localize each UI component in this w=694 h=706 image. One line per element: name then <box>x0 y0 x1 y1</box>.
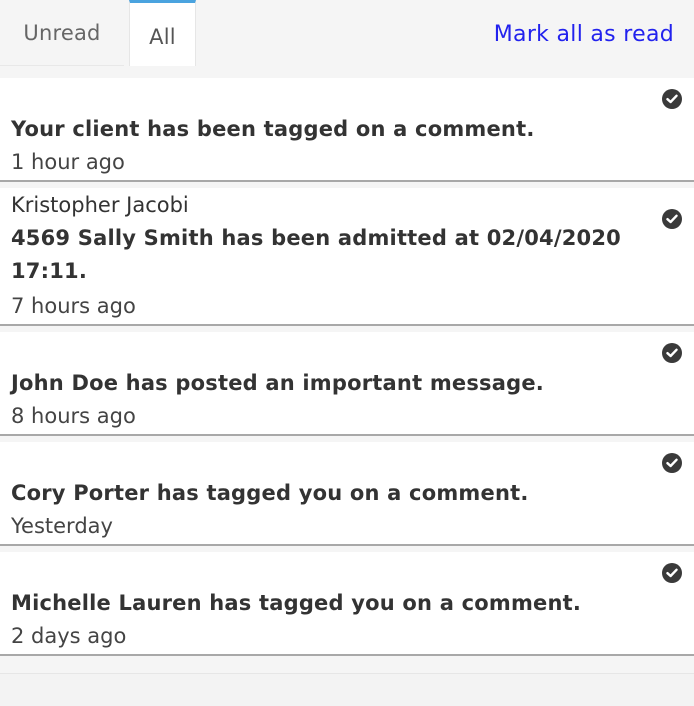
notification-sender: Kristopher Jacobi <box>11 193 189 217</box>
list-footer <box>0 673 694 706</box>
notification-time: 8 hours ago <box>11 404 136 428</box>
check-circle-icon[interactable] <box>662 209 682 229</box>
notification-message: Michelle Lauren has tagged you on a comm… <box>11 591 582 615</box>
tab-bar: Unread All Mark all as read <box>0 0 694 66</box>
notification-time: Yesterday <box>11 514 113 538</box>
notification-item[interactable]: Cory Porter has tagged you on a comment.… <box>0 442 694 546</box>
mark-all-as-read-link[interactable]: Mark all as read <box>494 22 674 47</box>
notification-item[interactable]: Your client has been tagged on a comment… <box>0 78 694 182</box>
check-circle-icon[interactable] <box>662 453 682 473</box>
notification-message: Cory Porter has tagged you on a comment. <box>11 481 529 505</box>
check-circle-icon[interactable] <box>662 563 682 583</box>
notification-item[interactable]: Michelle Lauren has tagged you on a comm… <box>0 552 694 656</box>
notification-item[interactable]: Kristopher Jacobi 4569 Sally Smith has b… <box>0 188 694 326</box>
notification-time: 7 hours ago <box>11 294 136 318</box>
notification-message: John Doe has posted an important message… <box>11 371 544 395</box>
tab-unread[interactable]: Unread <box>0 0 124 66</box>
notification-time: 2 days ago <box>11 624 127 648</box>
check-circle-icon[interactable] <box>662 343 682 363</box>
check-circle-icon[interactable] <box>662 89 682 109</box>
notification-message: Your client has been tagged on a comment… <box>11 117 535 141</box>
notification-time: 1 hour ago <box>11 150 125 174</box>
notification-message-line2: 17:11. <box>11 259 88 283</box>
notification-message-line1: 4569 Sally Smith has been admitted at 02… <box>11 226 621 250</box>
notification-item[interactable]: John Doe has posted an important message… <box>0 332 694 436</box>
tab-all[interactable]: All <box>129 0 196 66</box>
